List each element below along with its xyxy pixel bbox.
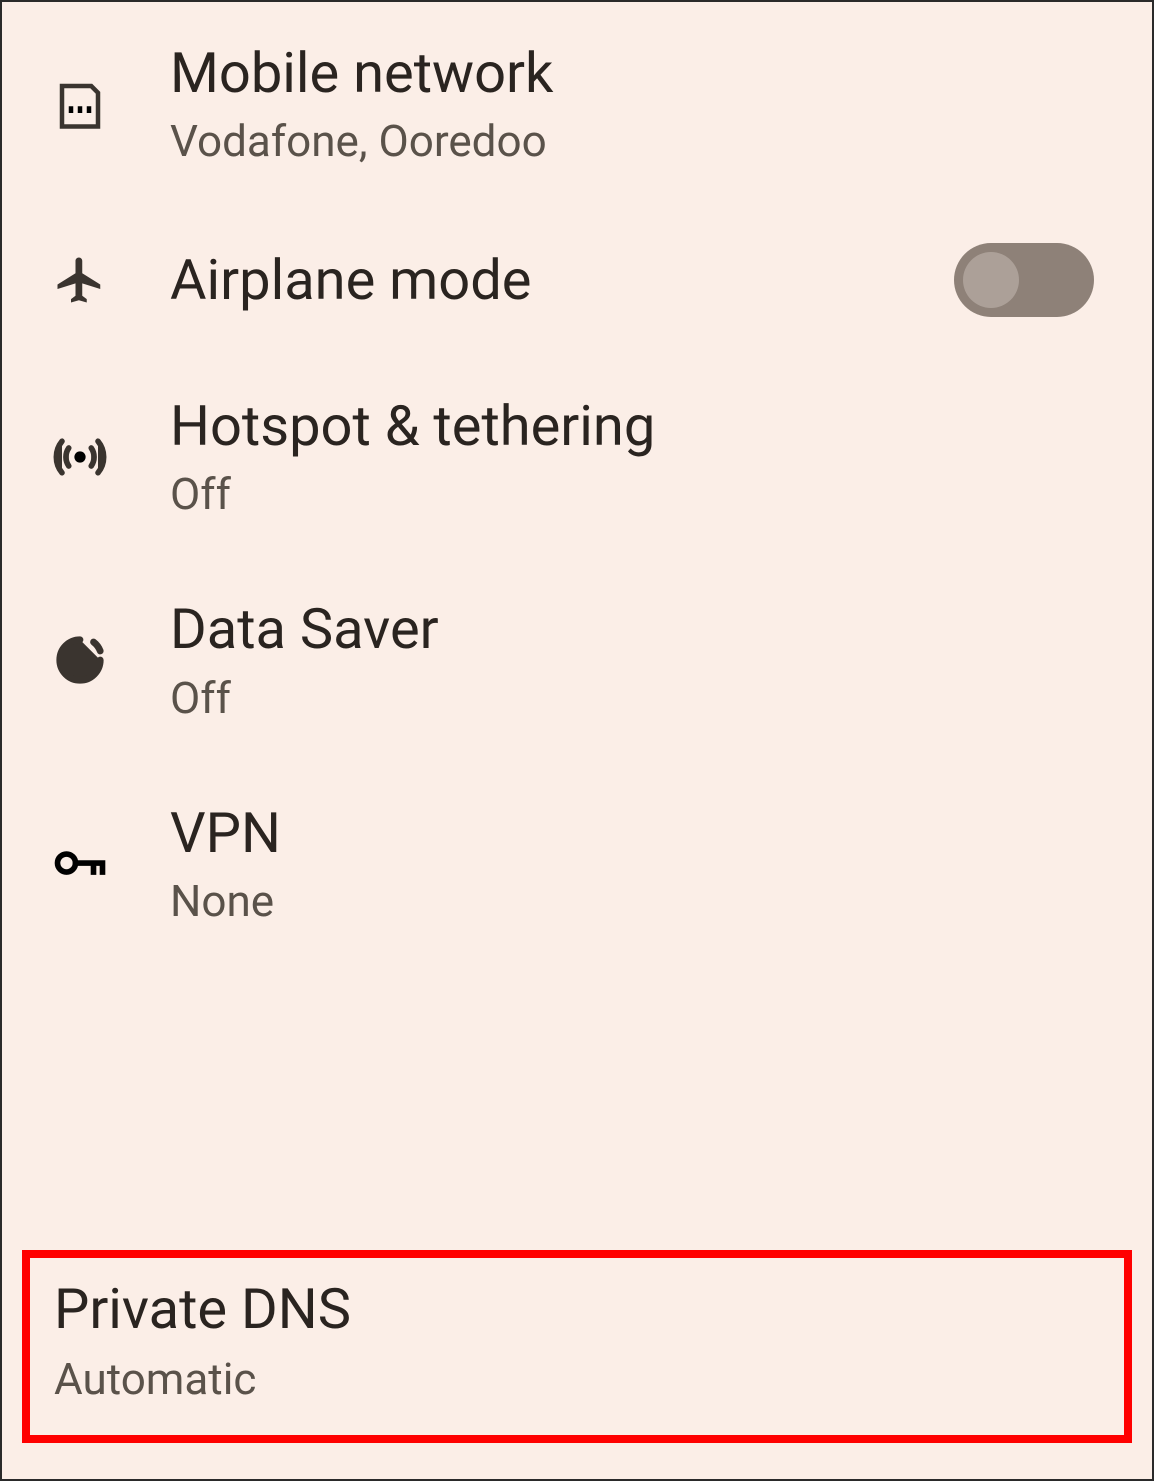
- airplane-mode-text: Airplane mode: [170, 247, 954, 314]
- sim-card-icon: [50, 74, 110, 134]
- vpn-item[interactable]: VPN None: [2, 762, 1152, 965]
- vpn-title: VPN: [170, 800, 1104, 867]
- airplane-icon: [50, 250, 110, 310]
- airplane-mode-item[interactable]: Airplane mode: [2, 205, 1152, 355]
- airplane-mode-toggle[interactable]: [954, 243, 1094, 317]
- hotspot-title: Hotspot & tethering: [170, 393, 1104, 460]
- data-saver-item[interactable]: Data Saver Off: [2, 558, 1152, 761]
- hotspot-subtitle: Off: [170, 468, 1104, 520]
- toggle-knob: [963, 252, 1019, 308]
- mobile-network-item[interactable]: Mobile network Vodafone, Ooredoo: [2, 2, 1152, 205]
- private-dns-subtitle: Automatic: [54, 1353, 1100, 1405]
- network-settings-list: Mobile network Vodafone, Ooredoo Airplan…: [2, 2, 1152, 965]
- data-saver-text: Data Saver Off: [170, 596, 1104, 723]
- private-dns-item[interactable]: Private DNS Automatic: [22, 1250, 1132, 1443]
- data-saver-subtitle: Off: [170, 672, 1104, 724]
- private-dns-title: Private DNS: [54, 1276, 1100, 1343]
- private-dns-text: Private DNS Automatic: [54, 1276, 1100, 1405]
- airplane-mode-title: Airplane mode: [170, 247, 954, 314]
- mobile-network-title: Mobile network: [170, 40, 1104, 107]
- hotspot-item[interactable]: Hotspot & tethering Off: [2, 355, 1152, 558]
- mobile-network-text: Mobile network Vodafone, Ooredoo: [170, 40, 1104, 167]
- hotspot-icon: [50, 427, 110, 487]
- hotspot-text: Hotspot & tethering Off: [170, 393, 1104, 520]
- mobile-network-subtitle: Vodafone, Ooredoo: [170, 115, 1104, 167]
- data-saver-title: Data Saver: [170, 596, 1104, 663]
- vpn-text: VPN None: [170, 800, 1104, 927]
- vpn-subtitle: None: [170, 875, 1104, 927]
- data-saver-icon: [50, 630, 110, 690]
- vpn-key-icon: [50, 833, 110, 893]
